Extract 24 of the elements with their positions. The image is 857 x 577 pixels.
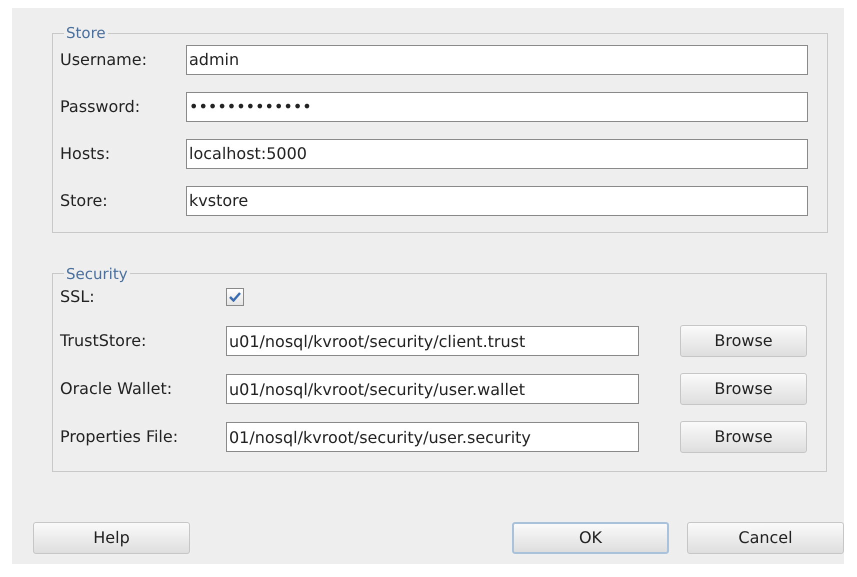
field-label: Store: — [60, 190, 109, 212]
push-button[interactable]: Browse — [680, 325, 807, 357]
push-button[interactable]: Cancel — [687, 522, 844, 554]
field-label: TrustStore: — [60, 330, 148, 352]
field-label: Oracle Wallet: — [60, 378, 174, 400]
input-field[interactable]: localhost:5000 — [186, 138, 808, 168]
default-button[interactable]: OK — [512, 522, 669, 554]
input-field[interactable]: 01/nosql/kvroot/security/user.security — [226, 422, 639, 452]
field-label: Username: — [60, 48, 148, 70]
group-title: Store — [65, 23, 107, 44]
input-field[interactable]: u01/nosql/kvroot/security/client.trust — [226, 326, 639, 356]
field-label: Properties File: — [60, 426, 180, 448]
field-label: Hosts: — [60, 142, 112, 164]
input-field[interactable]: admin — [186, 44, 808, 74]
field-label: Password: — [60, 96, 142, 118]
input-field[interactable]: ••••••••••••• — [186, 92, 808, 122]
push-button[interactable]: Help — [33, 522, 190, 554]
field-label: SSL: — [60, 286, 96, 308]
push-button[interactable]: Browse — [680, 373, 807, 405]
input-field[interactable]: u01/nosql/kvroot/security/user.wallet — [226, 374, 639, 404]
ssl-checkbox[interactable] — [226, 288, 244, 306]
group-title: Security — [65, 264, 129, 284]
push-button[interactable]: Browse — [680, 421, 807, 453]
input-field[interactable]: kvstore — [186, 186, 808, 216]
